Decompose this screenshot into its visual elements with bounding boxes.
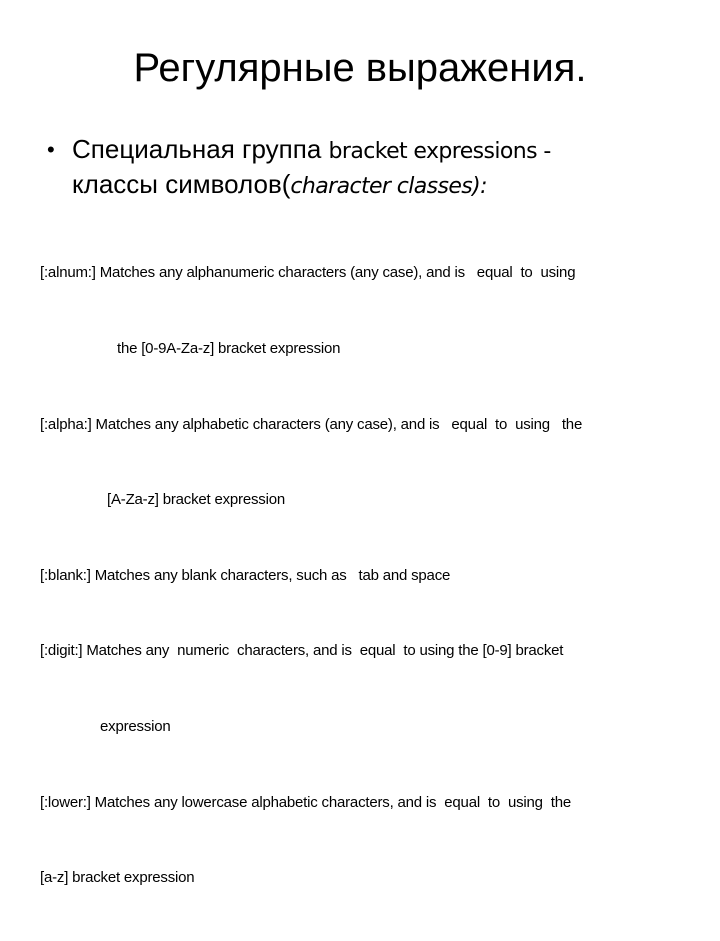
slide-title: Регулярные выражения. [133, 46, 587, 90]
bullet-item: • Специальная группа bracket expressions… [47, 133, 687, 203]
definition-digit-line1: [:digit:] Matches any numeric characters… [40, 642, 564, 660]
slide: Регулярные выражения. • Специальная груп… [0, 0, 720, 886]
definition-alpha-line1: [:alpha:] Matches any alphabetic charact… [40, 415, 583, 433]
definition-alnum-line1: [:alnum:] Matches any alphanumeric chara… [40, 264, 576, 282]
definition-alnum-line2: the [0-9A-Za-z] bracket expression [117, 340, 341, 357]
bullet-marker: • [47, 137, 55, 162]
bullet-line2-ru: классы символов( [72, 169, 291, 199]
definition-lower-line1: [:lower:] Matches any lowercase alphabet… [40, 793, 571, 811]
bullet-text-en: bracket expressions - [328, 139, 552, 164]
definition-lower-line2: [a-z] bracket expression [40, 869, 195, 887]
definition-alpha-line2: [A-Za-z] bracket expression [107, 491, 285, 509]
bullet-text: Специальная группа bracket expressions -… [72, 133, 687, 203]
bullet-line2-en: character classes): [290, 174, 487, 199]
bullet-text-ru: Специальная группа [72, 134, 329, 164]
definition-digit-line2: expression [100, 717, 171, 735]
definition-blank-line1: [:blank:] Matches any blank characters, … [40, 566, 451, 584]
definitions-list: [:alnum:] Matches any alphanumeric chara… [40, 210, 700, 941]
